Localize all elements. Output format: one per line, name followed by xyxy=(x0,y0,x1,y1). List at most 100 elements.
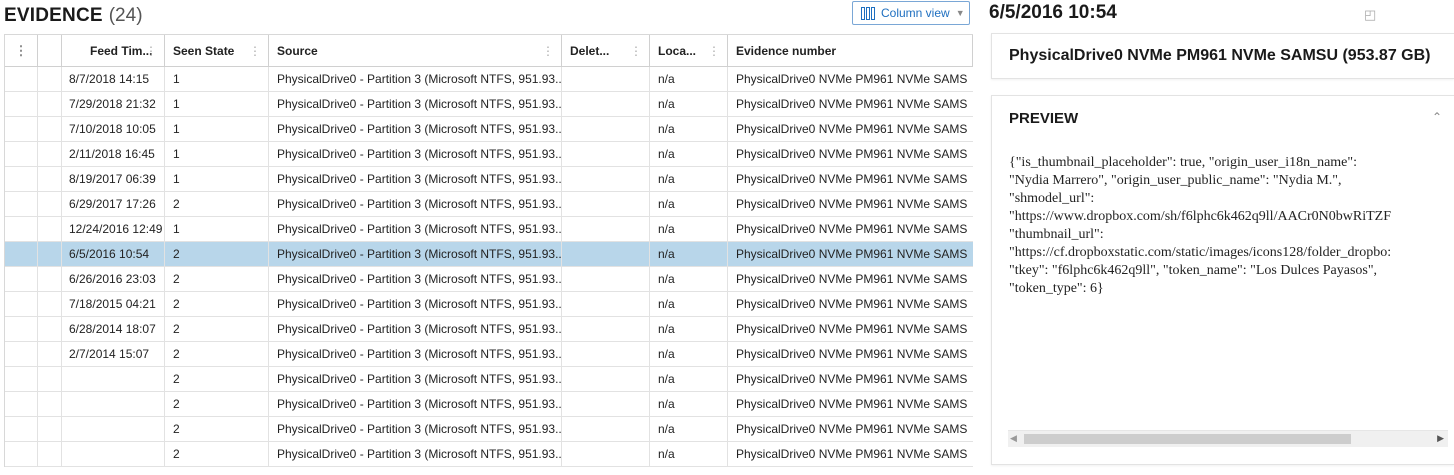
evidence-title: EVIDENCE xyxy=(4,5,103,26)
collapse-up-icon[interactable]: ⌃ xyxy=(1432,110,1442,124)
cell-seen-state: 2 xyxy=(165,367,269,391)
cell-deleted xyxy=(562,67,650,91)
horizontal-scrollbar[interactable]: ◀ ▶ xyxy=(1008,430,1448,447)
table-row[interactable]: 8/7/2018 14:15 1 PhysicalDrive0 - Partitio… xyxy=(5,67,973,92)
evidence-table: ⋮ Feed Tim... ⋮ Seen State ⋮ Source ⋮ Delet… xyxy=(4,34,973,467)
cell-source: PhysicalDrive0 - Partition 3 (Microsoft … xyxy=(269,417,562,441)
cell-seen-state: 2 xyxy=(165,192,269,216)
table-row[interactable]: 8/19/2017 06:39 1 PhysicalDrive0 - Partiti… xyxy=(5,167,973,192)
scrollbar-thumb[interactable] xyxy=(1024,434,1351,444)
table-row[interactable]: 6/5/2016 10:54 2 PhysicalDrive0 - Partitio… xyxy=(5,242,973,267)
cell-seen-state: 1 xyxy=(165,217,269,241)
header-feed-time[interactable]: Feed Tim... ⋮ xyxy=(62,35,165,66)
cell-evidence-number: PhysicalDrive0 NVMe PM961 NVMe SAMS xyxy=(736,372,968,386)
cell-deleted xyxy=(562,117,650,141)
table-row[interactable]: 6/28/2014 18:07 2 PhysicalDrive0 - Partiti… xyxy=(5,317,973,342)
header-deleted[interactable]: Delet... ⋮ xyxy=(562,35,650,66)
cell-seen-state: 1 xyxy=(165,117,269,141)
evidence-full-name: PhysicalDrive0 NVMe PM961 NVMe SAMSU (95… xyxy=(1009,47,1431,64)
scroll-right-icon[interactable]: ▶ xyxy=(1437,433,1444,444)
cell-seen-state: 2 xyxy=(165,442,269,466)
cell-source: PhysicalDrive0 - Partition 3 (Microsoft … xyxy=(269,192,562,216)
cell-evidence-number: PhysicalDrive0 NVMe PM961 NVMe SAMS xyxy=(736,147,968,161)
cell-deleted xyxy=(562,392,650,416)
row-gutter xyxy=(5,217,38,241)
cell-seen-state: 1 xyxy=(165,167,269,191)
table-row[interactable]: 2 PhysicalDrive0 - Partition 3 (Microsoft… xyxy=(5,392,973,417)
row-checkbox-cell xyxy=(38,192,62,216)
cell-deleted xyxy=(562,92,650,116)
cell-evidence-number: PhysicalDrive0 NVMe PM961 NVMe SAMS xyxy=(736,397,968,411)
cell-source: PhysicalDrive0 - Partition 3 (Microsoft … xyxy=(269,342,562,366)
cell-source: PhysicalDrive0 - Partition 3 (Microsoft … xyxy=(269,292,562,316)
header-evidence-number[interactable]: Evidence number xyxy=(728,35,973,66)
cell-location: n/a xyxy=(650,217,728,241)
cell-evidence-number: PhysicalDrive0 NVMe PM961 NVMe SAMS xyxy=(736,222,968,236)
column-view-button[interactable]: Column view ▼ xyxy=(852,1,970,25)
cell-feed-time xyxy=(62,367,165,391)
row-checkbox-cell xyxy=(38,92,62,116)
cell-seen-state: 1 xyxy=(165,142,269,166)
row-checkbox-cell xyxy=(38,67,62,91)
cell-location: n/a xyxy=(650,192,728,216)
table-row[interactable]: 2 PhysicalDrive0 - Partition 3 (Microsoft… xyxy=(5,417,973,442)
cell-seen-state: 2 xyxy=(165,342,269,366)
row-checkbox-cell xyxy=(38,142,62,166)
scroll-left-icon[interactable]: ◀ xyxy=(1010,433,1017,444)
cell-deleted xyxy=(562,242,650,266)
cell-location: n/a xyxy=(650,92,728,116)
table-row[interactable]: 7/29/2018 21:32 1 PhysicalDrive0 - Partiti… xyxy=(5,92,973,117)
cell-location: n/a xyxy=(650,142,728,166)
table-row[interactable]: 6/26/2016 23:03 2 PhysicalDrive0 - Partiti… xyxy=(5,267,973,292)
evidence-card: PhysicalDrive0 NVMe PM961 NVMe SAMSU (95… xyxy=(991,33,1454,79)
header-location[interactable]: Loca... ⋮ xyxy=(650,35,728,66)
cell-deleted xyxy=(562,292,650,316)
table-row[interactable]: 7/18/2015 04:21 2 PhysicalDrive0 - Partiti… xyxy=(5,292,973,317)
row-gutter xyxy=(5,392,38,416)
cell-deleted xyxy=(562,317,650,341)
row-checkbox-cell xyxy=(38,392,62,416)
detail-panel: 6/5/2016 10:54 ◰ PhysicalDrive0 NVMe PM9… xyxy=(989,0,1454,475)
cell-deleted xyxy=(562,142,650,166)
cell-location: n/a xyxy=(650,67,728,91)
cell-evidence-number: PhysicalDrive0 NVMe PM961 NVMe SAMS xyxy=(736,197,968,211)
row-gutter xyxy=(5,192,38,216)
cell-evidence-number: PhysicalDrive0 NVMe PM961 NVMe SAMS xyxy=(736,347,968,361)
row-gutter xyxy=(5,342,38,366)
header-source[interactable]: Source ⋮ xyxy=(269,35,562,66)
cell-feed-time xyxy=(62,392,165,416)
pin-icon[interactable]: ◰ xyxy=(1364,7,1376,23)
row-gutter xyxy=(5,67,38,91)
cell-feed-time: 7/18/2015 04:21 xyxy=(62,292,165,316)
table-row[interactable]: 2/7/2014 15:07 2 PhysicalDrive0 - Partitio… xyxy=(5,342,973,367)
header-seen-state[interactable]: Seen State ⋮ xyxy=(165,35,269,66)
table-row[interactable]: 2/11/2018 16:45 1 PhysicalDrive0 - Partiti… xyxy=(5,142,973,167)
cell-feed-time: 12/24/2016 12:49 xyxy=(62,217,165,241)
cell-feed-time: 7/29/2018 21:32 xyxy=(62,92,165,116)
column-view-label: Column view xyxy=(881,6,950,20)
cell-source: PhysicalDrive0 - Partition 3 (Microsoft … xyxy=(269,317,562,341)
cell-location: n/a xyxy=(650,392,728,416)
cell-seen-state: 2 xyxy=(165,267,269,291)
table-row[interactable]: 7/10/2018 10:05 1 PhysicalDrive0 - Partiti… xyxy=(5,117,973,142)
table-row[interactable]: 6/29/2017 17:26 2 PhysicalDrive0 - Partiti… xyxy=(5,192,973,217)
row-gutter xyxy=(5,442,38,466)
cell-feed-time: 2/11/2018 16:45 xyxy=(62,142,165,166)
cell-location: n/a xyxy=(650,317,728,341)
row-checkbox-cell xyxy=(38,367,62,391)
column-menu-icon[interactable]: ⋮ xyxy=(5,35,38,66)
cell-seen-state: 1 xyxy=(165,67,269,91)
cell-location: n/a xyxy=(650,242,728,266)
table-row[interactable]: 12/24/2016 12:49 1 PhysicalDrive0 - Partit… xyxy=(5,217,973,242)
column-view-icon xyxy=(861,6,875,20)
table-row[interactable]: 2 PhysicalDrive0 - Partition 3 (Microsoft… xyxy=(5,367,973,392)
cell-seen-state: 2 xyxy=(165,292,269,316)
cell-evidence-number: PhysicalDrive0 NVMe PM961 NVMe SAMS xyxy=(736,122,968,136)
cell-evidence-number: PhysicalDrive0 NVMe PM961 NVMe SAMS xyxy=(736,247,968,261)
cell-location: n/a xyxy=(650,167,728,191)
cell-feed-time xyxy=(62,442,165,466)
cell-evidence-number: PhysicalDrive0 NVMe PM961 NVMe SAMS xyxy=(736,97,968,111)
table-row[interactable]: 2 PhysicalDrive0 - Partition 3 (Microsoft… xyxy=(5,442,973,467)
row-gutter xyxy=(5,417,38,441)
row-checkbox-cell xyxy=(38,167,62,191)
